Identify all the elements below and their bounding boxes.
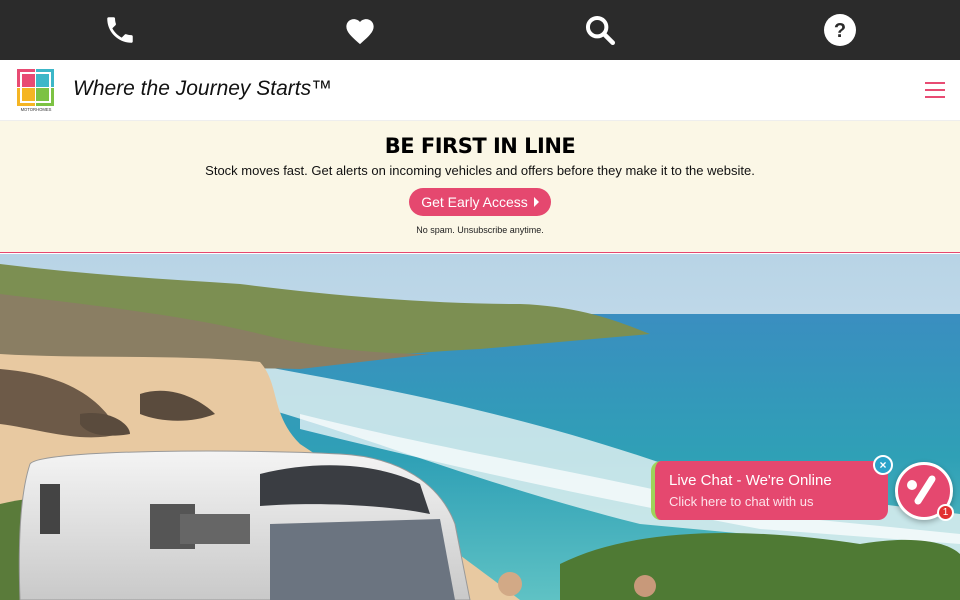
favourites-button[interactable]: [240, 0, 480, 60]
chat-subtitle: Click here to chat with us: [669, 494, 814, 509]
site-tagline: Where the Journey Starts™: [73, 77, 333, 100]
help-button[interactable]: ?: [720, 0, 960, 60]
site-logo[interactable]: MOTORHOMES: [17, 69, 55, 113]
chat-notification-badge: 1: [937, 504, 954, 521]
caret-right-icon: [533, 197, 539, 207]
search-icon: [585, 15, 616, 46]
cta-label: Get Early Access: [421, 194, 528, 210]
hamburger-menu-icon[interactable]: [925, 82, 945, 98]
help-glyph: ?: [834, 20, 846, 42]
heart-icon: [346, 19, 374, 45]
get-early-access-button[interactable]: Get Early Access: [409, 188, 551, 216]
chat-close-icon[interactable]: ×: [873, 455, 893, 475]
early-access-banner: BE FIRST IN LINE Stock moves fast. Get a…: [0, 121, 960, 253]
hero-scene: [0, 254, 960, 600]
top-utility-bar: ?: [0, 0, 960, 60]
live-chat-prompt[interactable]: Live Chat - We're Online Click here to c…: [651, 461, 888, 520]
banner-title: BE FIRST IN LINE: [384, 134, 576, 158]
banner-subtitle: Stock moves fast. Get alerts on incoming…: [205, 163, 755, 178]
help-icon: ?: [824, 14, 856, 46]
search-button[interactable]: [480, 0, 720, 60]
site-header: MOTORHOMES Where the Journey Starts™: [0, 60, 960, 121]
logo-text: MOTORHOMES: [21, 107, 52, 112]
phone-button[interactable]: [0, 0, 240, 60]
banner-fine-print: No spam. Unsubscribe anytime.: [416, 225, 544, 235]
chat-title: Live Chat - We're Online: [669, 472, 832, 489]
phone-icon: [107, 17, 133, 43]
hero-image: [0, 254, 960, 600]
